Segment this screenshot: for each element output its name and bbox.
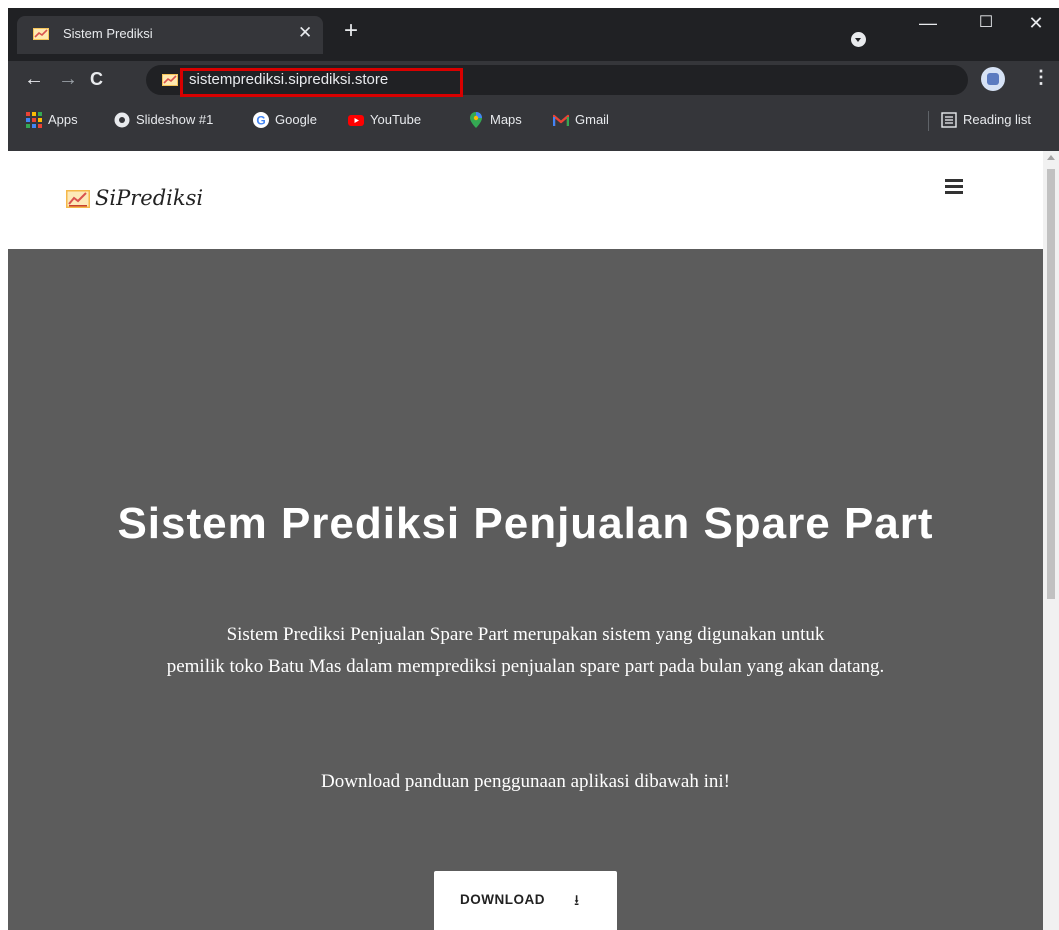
- profile-avatar-icon[interactable]: [981, 67, 1005, 91]
- scroll-up-arrow-icon[interactable]: [1047, 155, 1055, 160]
- gmail-icon: [553, 114, 569, 126]
- hero-cta-text: Download panduan penggunaan aplikasi dib…: [321, 771, 730, 792]
- hero-section: Sistem Prediksi Penjualan Spare Part Sis…: [8, 249, 1043, 930]
- hamburger-menu-icon[interactable]: [945, 179, 963, 195]
- bookmarks-divider: [928, 111, 929, 131]
- tab-title: Sistem Prediksi: [63, 26, 153, 41]
- site-brand[interactable]: SiPrediksi: [95, 186, 203, 210]
- browser-window: Sistem Prediksi ✕ + — ☐ ✕ ← → C sistempr…: [8, 8, 1059, 930]
- browser-tab-active[interactable]: Sistem Prediksi ✕: [17, 16, 323, 54]
- site-logo-icon[interactable]: [66, 190, 90, 208]
- tab-strip: Sistem Prediksi ✕ + — ☐ ✕: [8, 8, 1059, 61]
- bookmarks-bar: Apps Slideshow #1 G Google YouTube Maps …: [8, 98, 1059, 151]
- reading-list-label: Reading list: [963, 112, 1031, 127]
- chart-favicon-icon: [33, 28, 49, 40]
- download-button-label: DOWNLOAD: [460, 892, 545, 907]
- hero-description-line: Sistem Prediksi Penjualan Spare Part mer…: [226, 624, 825, 645]
- bookmark-label: Apps: [48, 112, 78, 127]
- download-button[interactable]: DOWNLOAD ⭳: [434, 871, 617, 930]
- browser-menu-icon[interactable]: ⋮: [1032, 67, 1050, 88]
- hero-title: Sistem Prediksi Penjualan Spare Part: [117, 499, 934, 548]
- window-close-button[interactable]: ✕: [1013, 8, 1059, 40]
- bookmark-label: Gmail: [575, 112, 609, 127]
- page-scrollbar[interactable]: [1043, 151, 1059, 930]
- url-highlight-box: [180, 68, 463, 97]
- youtube-icon: [348, 115, 364, 126]
- minimize-button[interactable]: —: [905, 8, 951, 40]
- reading-list-icon: [941, 112, 957, 128]
- browser-toolbar: ← → C sistemprediksi.siprediksi.store ⋮: [8, 61, 1059, 98]
- download-icon: ⭳: [574, 892, 580, 909]
- web-page: SiPrediksi Sistem Prediksi Penjualan Spa…: [8, 151, 1043, 930]
- scrollbar-thumb[interactable]: [1047, 169, 1055, 599]
- maximize-button[interactable]: ☐: [963, 8, 1009, 40]
- back-button[interactable]: ←: [24, 67, 44, 91]
- reload-button[interactable]: C: [90, 67, 103, 91]
- bookmark-label: Maps: [490, 112, 522, 127]
- hero-description-line: pemilik toko Batu Mas dalam memprediksi …: [166, 656, 885, 677]
- chart-favicon-icon: [162, 74, 178, 86]
- slideshow-icon: [114, 112, 130, 128]
- tab-search-icon[interactable]: [851, 32, 866, 47]
- maps-icon: [470, 112, 482, 128]
- bookmark-label: Google: [275, 112, 317, 127]
- forward-button[interactable]: →: [58, 67, 78, 91]
- apps-grid-icon: [26, 112, 42, 128]
- tab-close-icon[interactable]: ✕: [298, 23, 312, 43]
- svg-text:G: G: [256, 114, 265, 128]
- new-tab-button[interactable]: +: [344, 19, 358, 43]
- bookmark-label: Slideshow #1: [136, 112, 214, 127]
- hero-description: Sistem Prediksi Penjualan Spare Part mer…: [8, 619, 1043, 683]
- google-icon: G: [253, 112, 269, 128]
- bookmark-label: YouTube: [370, 112, 422, 127]
